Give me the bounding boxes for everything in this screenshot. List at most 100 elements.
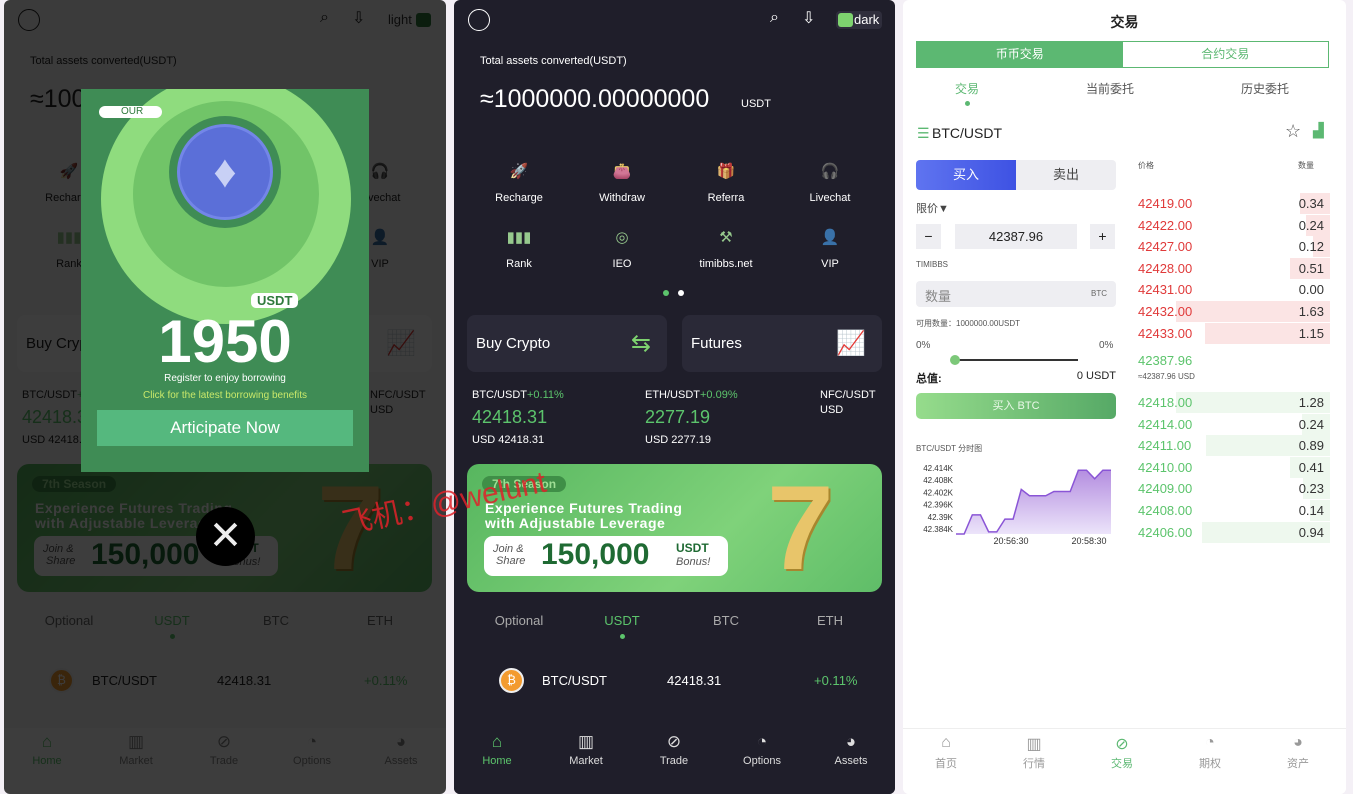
order-book-row[interactable]: 42418.00 1.28 [1138, 392, 1330, 413]
assets-icon: ◕ [1293, 734, 1303, 751]
list-pair[interactable]: BTC/USDT [542, 673, 607, 688]
buy-tab[interactable]: 买入 [916, 160, 1016, 190]
order-type-select[interactable]: 限价▼ [916, 200, 949, 216]
shortcut-rank[interactable]: Rank [469, 258, 569, 270]
ticker-pair[interactable]: BTC/USDT+0.11% [472, 389, 564, 401]
tab-eth[interactable]: ETH [780, 613, 880, 628]
order-book-row[interactable]: 42431.00 0.00 [1138, 279, 1330, 300]
rank-icon[interactable]: ▮▮▮ [499, 228, 539, 246]
nav-assets[interactable]: ◕ 资产 [1258, 729, 1338, 789]
ticker-pair-name: NFC/USDT [820, 389, 876, 401]
order-book-row[interactable]: 42433.00 1.15 [1138, 322, 1330, 344]
ticker-pair[interactable]: ETH/USDT+0.09% [645, 389, 738, 401]
vip-icon[interactable]: 👤 [810, 228, 850, 246]
amount-slider-track[interactable] [956, 359, 1078, 361]
avatar-icon[interactable] [468, 9, 490, 31]
ethereum-coin-icon: ♦ [177, 124, 273, 220]
subtab-trade[interactable]: 交易 [917, 80, 1017, 97]
ticker-pair[interactable]: NFC/USDT [820, 389, 876, 401]
pair-title[interactable]: BTC/USDT [932, 125, 1002, 141]
banner-line2: with Adjustable Leverage [485, 515, 666, 531]
order-book-row[interactable]: 42408.00 0.14 [1138, 500, 1330, 521]
nav-home[interactable]: ⌂ Home [457, 728, 537, 788]
order-qty: 0.23 [1298, 481, 1324, 497]
carousel-dot-active[interactable] [663, 290, 669, 296]
carousel-dot[interactable] [678, 290, 684, 296]
order-book-row[interactable]: 42428.00 0.51 [1138, 257, 1330, 279]
order-qty: 0.24 [1298, 217, 1324, 233]
total-assets-unit: USDT [741, 98, 771, 110]
tab-optional[interactable]: Optional [469, 613, 569, 628]
nav-label: 首页 [935, 758, 957, 770]
tab-usdt[interactable]: USDT [572, 613, 672, 628]
search-icon[interactable]: ⌕ [770, 9, 779, 27]
order-book-row[interactable]: 42414.00 0.24 [1138, 413, 1330, 435]
order-book-row[interactable]: 42422.00 0.24 [1138, 214, 1330, 236]
nav-assets[interactable]: ◕ Assets [811, 728, 891, 788]
wallet-icon[interactable]: 👛 [602, 162, 642, 180]
home-icon: ⌂ [491, 732, 503, 751]
order-book-row[interactable]: 42427.00 0.12 [1138, 236, 1330, 258]
home-icon: ⌂ [941, 734, 951, 751]
shortcut-timibbs.net[interactable]: timibbs.net [676, 258, 776, 270]
theme-toggle[interactable]: dark [836, 11, 882, 29]
home-dark-panel: ⌕ ⇩ dark Total assets converted(USDT) ≈10000… [454, 0, 895, 794]
ieo-icon[interactable]: ◎ [602, 228, 642, 246]
download-icon[interactable]: ⇩ [802, 8, 815, 28]
nav-home[interactable]: ⌂ 首页 [906, 729, 986, 789]
price-decrease-button[interactable]: − [916, 224, 941, 249]
nav-options[interactable]: ◔ 期权 [1170, 729, 1250, 789]
total-assets-value: ≈1000000.00000000 [480, 85, 710, 113]
close-popup-button[interactable]: ✕ [196, 507, 255, 566]
buy-btc-button[interactable]: 买入 BTC [916, 393, 1116, 419]
shortcut-recharge[interactable]: Recharge [469, 192, 569, 204]
order-book-row[interactable]: 42409.00 0.23 [1138, 478, 1330, 500]
quantity-placeholder: 数量 [925, 289, 952, 304]
nav-trade[interactable]: ⊘ Trade [634, 728, 714, 788]
order-price: 42419.00 [1138, 196, 1193, 211]
order-qty: 0.51 [1298, 260, 1324, 276]
participate-now-button[interactable]: Articipate Now [97, 410, 353, 446]
shortcut-referra[interactable]: Referra [676, 192, 776, 204]
total-value: 0 USDT [1076, 370, 1116, 382]
order-book-row[interactable]: 42419.00 0.34 [1138, 193, 1330, 214]
hammer-icon[interactable]: ⚒ [706, 228, 746, 246]
banner-season: 7th Season [482, 476, 567, 492]
shortcut-withdraw[interactable]: Withdraw [572, 192, 672, 204]
price-input[interactable]: 42387.96 [955, 224, 1077, 249]
pair-menu-icon[interactable]: ☰ [917, 125, 930, 142]
order-book: 42419.00 0.34 42422.00 0.24 42427.00 0.12 4242… [1138, 0, 1330, 794]
order-price: 42427.00 [1138, 239, 1193, 255]
nav-market[interactable]: ▥ 行情 [994, 729, 1074, 789]
tab-spot-trading[interactable]: 币币交易 [917, 42, 1123, 67]
card-futures[interactable]: Futures 📈 [682, 315, 882, 372]
headset-icon[interactable]: 🎧 [810, 162, 850, 180]
price-increase-button[interactable]: + [1090, 224, 1115, 249]
shortcut-ieo[interactable]: IEO [572, 258, 672, 270]
nav-trade[interactable]: ⊘ 交易 [1082, 729, 1162, 789]
card-label: Buy Crypto [476, 335, 551, 352]
shortcut-vip[interactable]: VIP [780, 258, 880, 270]
popup-badge-text: OUR [121, 106, 144, 117]
nav-market[interactable]: ▥ Market [546, 728, 626, 788]
x-tick-label: 20:58:30 [1071, 536, 1106, 546]
quantity-input[interactable]: 数量 BTC [916, 281, 1116, 307]
order-book-row[interactable]: 42411.00 0.89 [1138, 435, 1330, 457]
gift-icon[interactable]: 🎁 [706, 162, 746, 180]
nav-label: Options [743, 755, 781, 767]
promo-banner[interactable]: 7th Season Experience Futures Tradingwith… [467, 464, 882, 592]
sell-tab[interactable]: 卖出 [1016, 160, 1116, 190]
nav-options[interactable]: ◔ Options [722, 728, 802, 788]
order-book-row[interactable]: 42406.00 0.94 [1138, 521, 1330, 543]
amount-slider-handle[interactable] [950, 355, 960, 365]
shortcut-livechat[interactable]: Livechat [780, 192, 880, 204]
nav-label: Home [482, 755, 512, 767]
card-buy-crypto[interactable]: Buy Crypto ⇆ [467, 315, 667, 372]
active-tab-dot [620, 634, 625, 639]
y-tick-label: 42.39K [928, 513, 954, 522]
order-book-row[interactable]: 42410.00 0.41 [1138, 456, 1330, 478]
order-book-row[interactable]: 42432.00 1.63 [1138, 301, 1330, 322]
rocket-icon[interactable]: 🚀 [499, 162, 539, 180]
tab-btc[interactable]: BTC [676, 613, 776, 628]
available-balance: 可用数量：1000000.00USDT [916, 319, 1021, 328]
